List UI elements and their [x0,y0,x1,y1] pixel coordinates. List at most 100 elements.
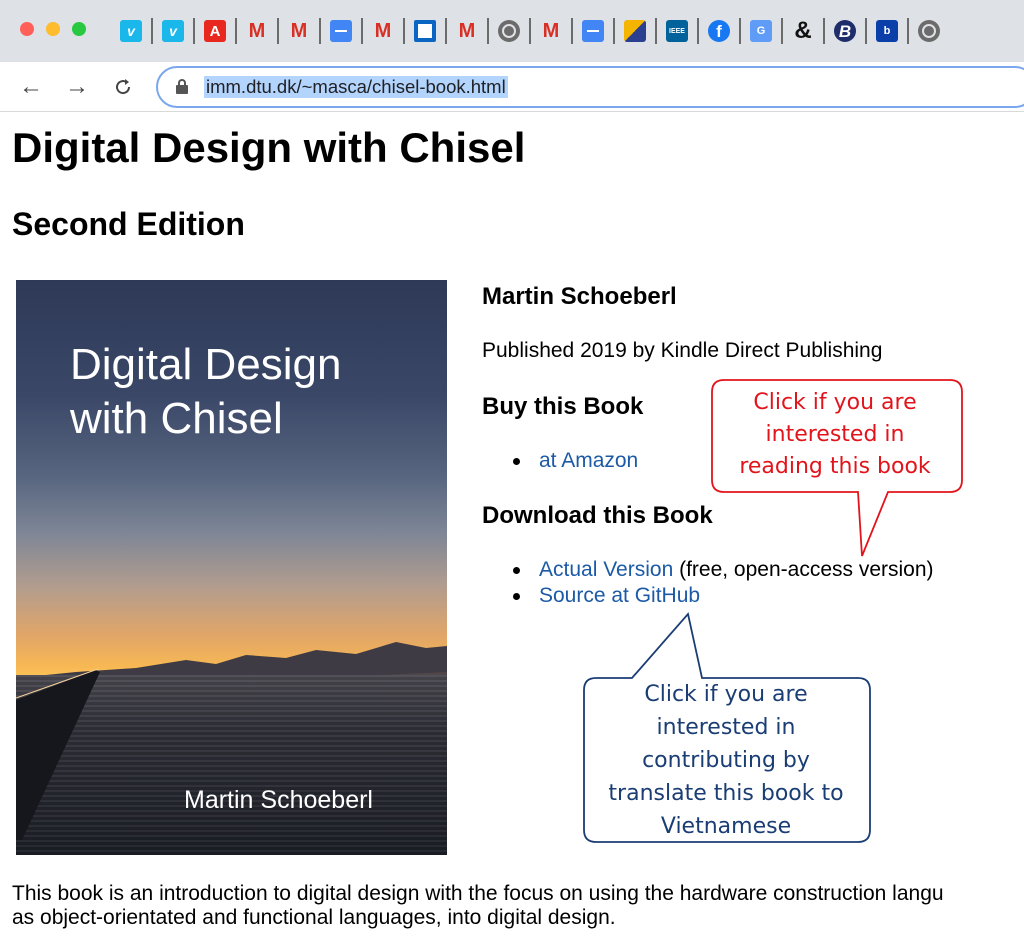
bullet [513,458,520,465]
bookmark-gmail-2[interactable]: M [286,18,312,44]
bookmark-facebook[interactable]: f [706,18,732,44]
blue-callout-text: Click if you are interested in contribut… [584,678,868,843]
bullet [513,593,520,600]
bookmark-gmail-3[interactable]: M [370,18,396,44]
gmail-icon: M [248,20,266,42]
bookmark-separator [823,18,825,44]
bookmark-vimeo-1[interactable]: v [118,18,144,44]
gmail-icon: M [290,20,308,42]
cover-title-line2: with Chisel [70,394,283,443]
address-bar: ← → imm.dtu.dk/~masca/chisel-book.html [0,62,1024,112]
actual-version-link[interactable]: Actual Version [539,558,673,581]
red-callout-line-1: Click if you are [753,390,917,415]
reload-glyph [116,79,131,95]
blue-app-icon: b [876,20,898,42]
red-callout-text: Click if you are interested in reading t… [712,387,958,483]
reload-icon[interactable] [108,72,138,102]
google-docs-icon [330,20,352,42]
bookmark-blue-app[interactable]: b [874,18,900,44]
url-text[interactable]: imm.dtu.dk/~masca/chisel-book.html [204,76,508,98]
author-name: Martin Schoeberl [482,283,677,310]
google-translate-icon: G [750,20,772,42]
bookmark-separator [487,18,489,44]
minimize-window-button[interactable] [46,22,60,36]
intro-paragraph: This book is an introduction to digital … [12,882,944,930]
list-item: Actual Version (free, open-access versio… [513,558,934,582]
gmail-icon: M [542,20,560,42]
bookmark-google-translate[interactable]: G [748,18,774,44]
actual-version-note: (free, open-access version) [673,558,934,581]
bookmark-square-app[interactable] [412,18,438,44]
list-item: at Amazon [513,449,638,473]
bookmark-separator [361,18,363,44]
amazon-link[interactable]: at Amazon [539,449,638,472]
ieee-icon: IEEE [666,20,688,42]
blue-callout-line-3: contributing by [642,748,810,773]
page-subtitle: Second Edition [12,206,245,242]
cover-author: Martin Schoeberl [184,786,373,814]
red-callout-line-3: reading this book [739,454,931,479]
bookmark-google-docs-2[interactable] [580,18,606,44]
bullet [513,567,520,574]
bookmark-separator [571,18,573,44]
gmail-icon: M [458,20,476,42]
red-callout-line-2: interested in [765,422,905,447]
url-input[interactable]: imm.dtu.dk/~masca/chisel-book.html [156,66,1024,108]
bookmark-b-app[interactable]: B [832,18,858,44]
bookmark-gmail-5[interactable]: M [538,18,564,44]
bookmark-separator [613,18,615,44]
facebook-icon: f [708,20,730,42]
back-arrow-icon[interactable]: ← [16,72,46,102]
cover-pier [16,668,100,840]
vimeo-icon: v [162,20,184,42]
blue-callout-line-5: Vietnamese [660,814,792,839]
bookmark-adobe[interactable]: A [202,18,228,44]
blue-callout-line-4: translate this book to [608,781,844,806]
book-cover-image: Digital Design with Chisel Martin Schoeb… [16,280,447,855]
globe-icon [918,20,940,42]
google-docs-icon [582,20,604,42]
square-app-icon [414,20,436,42]
bookmark-separator [739,18,741,44]
maximize-window-button[interactable] [72,22,86,36]
lock-icon [176,79,188,94]
bookmark-ieee[interactable]: IEEE [664,18,690,44]
bookmark-separator [151,18,153,44]
blue-callout-line-2: interested in [656,715,796,740]
bookmark-separator [445,18,447,44]
download-heading: Download this Book [482,502,713,529]
bookmark-separator [193,18,195,44]
publication-info: Published 2019 by Kindle Direct Publishi… [482,339,883,362]
bookmark-separator [403,18,405,44]
b-app-icon: B [834,20,856,42]
adobe-icon: A [204,20,226,42]
bookmark-separator [319,18,321,44]
rz-app-icon [624,20,646,42]
github-source-link[interactable]: Source at GitHub [539,584,700,607]
list-item: Source at GitHub [513,584,700,608]
blue-callout-line-1: Click if you are [644,682,808,707]
bookmarks-bar: v v A M M M M M IEEE f G & B b [118,17,942,45]
bookmark-separator [865,18,867,44]
bookmark-gmail-4[interactable]: M [454,18,480,44]
bookmark-separator [277,18,279,44]
bookmark-gmail-1[interactable]: M [244,18,270,44]
bookmark-ampersand[interactable]: & [790,18,816,44]
globe-icon [498,20,520,42]
close-window-button[interactable] [20,22,34,36]
forward-arrow-icon[interactable]: → [62,72,92,102]
bookmark-google-docs-1[interactable] [328,18,354,44]
bookmark-rz-app[interactable] [622,18,648,44]
page-title: Digital Design with Chisel [12,124,526,171]
bookmark-globe-1[interactable] [496,18,522,44]
cover-title-line1: Digital Design [70,340,342,389]
bookmark-vimeo-2[interactable]: v [160,18,186,44]
bookmark-separator [697,18,699,44]
bookmark-separator [655,18,657,44]
browser-toolbar: v v A M M M M M IEEE f G & B b [0,0,1024,62]
vimeo-icon: v [120,20,142,42]
bookmark-globe-2[interactable] [916,18,942,44]
ampersand-icon: & [794,17,812,44]
cover-title: Digital Design with Chisel [70,338,341,446]
bookmark-separator [235,18,237,44]
